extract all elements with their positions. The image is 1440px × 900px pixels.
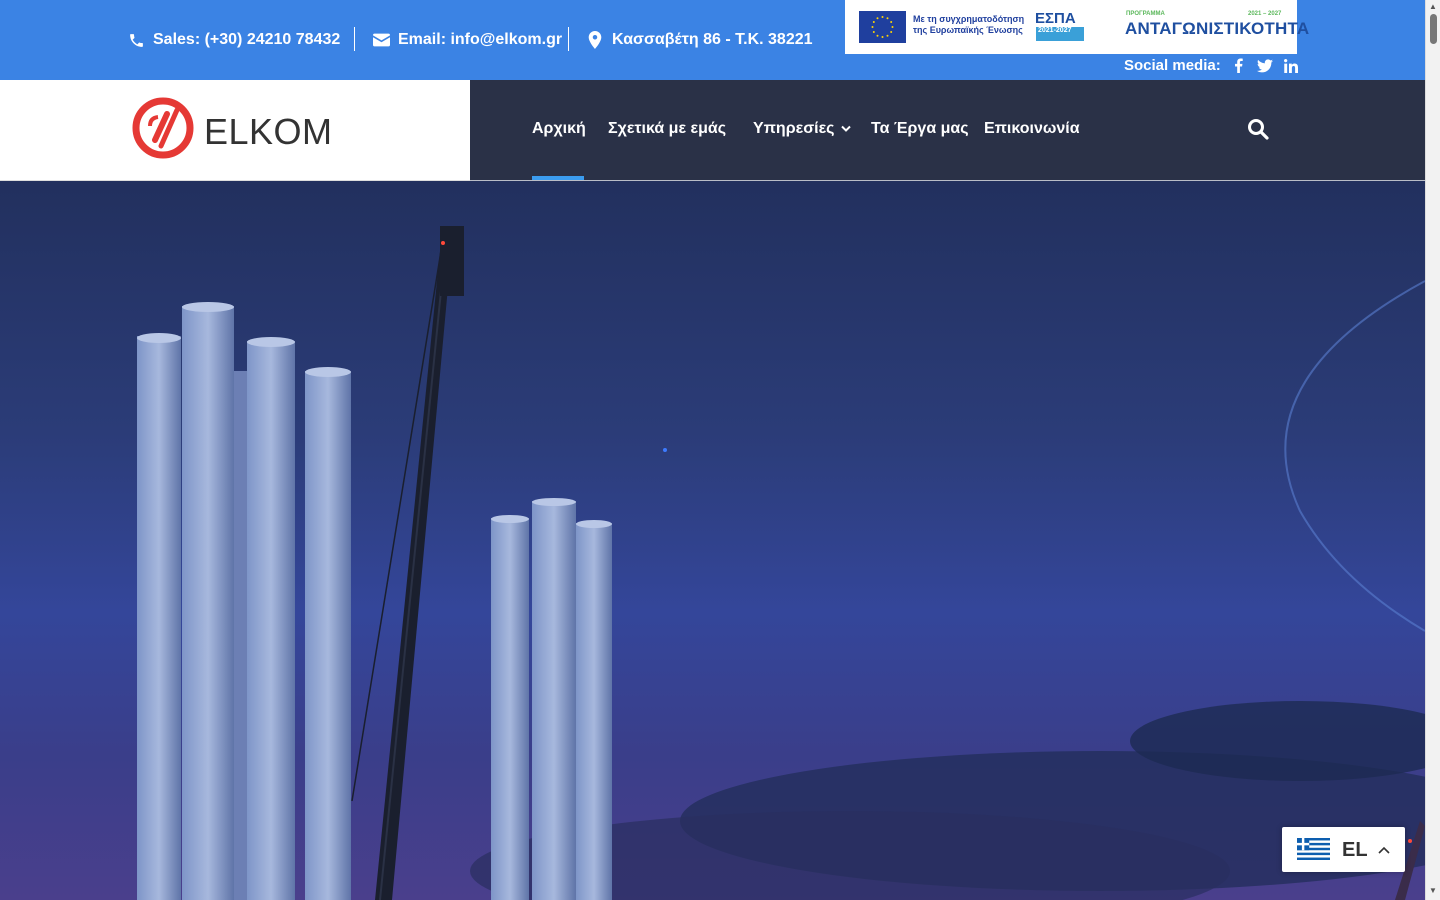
espa-logo: ΕΣΠΑ bbox=[1035, 10, 1076, 27]
espa-banner[interactable]: Με τη συγχρηματοδότηση της Ευρωπαϊκής Έν… bbox=[845, 0, 1309, 54]
main-navigation: Αρχική Σχετικά με εμάς Υπηρεσίες Τα Έργα… bbox=[470, 80, 1425, 181]
phone-icon bbox=[127, 31, 145, 49]
espa-years: 2021-2027 bbox=[1038, 27, 1072, 34]
greek-flag-icon bbox=[1297, 836, 1330, 862]
programme-years: 2021 – 2027 bbox=[1248, 11, 1282, 17]
nav-projects[interactable]: Τα Έργα μας bbox=[871, 120, 969, 138]
nav-contact[interactable]: Επικοινωνία bbox=[984, 120, 1080, 138]
logo-text[interactable]: ELKOM bbox=[204, 111, 333, 153]
address-contact[interactable]: Κασσαβέτη 86 - Τ.Κ. 38221 bbox=[586, 28, 813, 52]
nav-services-label: Υπηρεσίες bbox=[753, 120, 835, 137]
facebook-icon[interactable] bbox=[1231, 58, 1247, 74]
social-media: Social media: bbox=[1124, 57, 1299, 74]
scroll-up-icon[interactable]: ▲ bbox=[1429, 2, 1437, 11]
social-label: Social media: bbox=[1124, 57, 1221, 74]
hero-illustration bbox=[137, 226, 1425, 900]
linkedin-icon[interactable] bbox=[1283, 58, 1299, 74]
hero-image bbox=[0, 181, 1425, 900]
eu-cofunding-text: Με τη συγχρηματοδότηση της Ευρωπαϊκής Έν… bbox=[913, 14, 1025, 35]
twitter-icon[interactable] bbox=[1256, 58, 1273, 74]
address-text: Κασσαβέτη 86 - Τ.Κ. 38221 bbox=[612, 31, 813, 48]
programme-label: ΠΡΟΓΡΑΜΜΑ bbox=[1126, 11, 1165, 17]
email-contact[interactable]: Email: info@elkom.gr bbox=[372, 28, 562, 52]
programme-name: ΑΝΤΑΓΩΝΙΣΤΙΚΟΤΗΤΑ bbox=[1125, 19, 1310, 38]
nav-home[interactable]: Αρχική bbox=[532, 120, 586, 138]
envelope-icon bbox=[372, 31, 390, 49]
logo-area: ELKOM bbox=[0, 80, 470, 181]
active-indicator bbox=[532, 176, 584, 180]
scroll-thumb[interactable] bbox=[1430, 14, 1437, 44]
language-code: EL bbox=[1342, 839, 1368, 861]
scroll-down-icon[interactable]: ▼ bbox=[1429, 886, 1437, 895]
language-switcher[interactable]: EL bbox=[1282, 827, 1405, 872]
phone-contact[interactable]: Sales: (+30) 24210 78432 bbox=[127, 28, 340, 52]
nav-services[interactable]: Υπηρεσίες bbox=[753, 120, 851, 138]
divider bbox=[354, 27, 355, 51]
map-marker-icon bbox=[586, 31, 604, 49]
elkom-logo-icon[interactable] bbox=[131, 96, 195, 160]
top-bar: Sales: (+30) 24210 78432 Email: info@elk… bbox=[0, 0, 1425, 80]
eu-flag-icon bbox=[859, 11, 906, 43]
email-text: Email: info@elkom.gr bbox=[398, 31, 563, 48]
phone-text: Sales: (+30) 24210 78432 bbox=[153, 31, 341, 48]
page-scrollbar[interactable]: ▲ ▼ bbox=[1425, 0, 1440, 900]
nav-about[interactable]: Σχετικά με εμάς bbox=[608, 120, 726, 138]
chevron-down-icon bbox=[840, 125, 851, 133]
divider bbox=[568, 27, 569, 51]
chevron-up-icon bbox=[1378, 841, 1390, 854]
search-icon[interactable] bbox=[1247, 118, 1269, 140]
